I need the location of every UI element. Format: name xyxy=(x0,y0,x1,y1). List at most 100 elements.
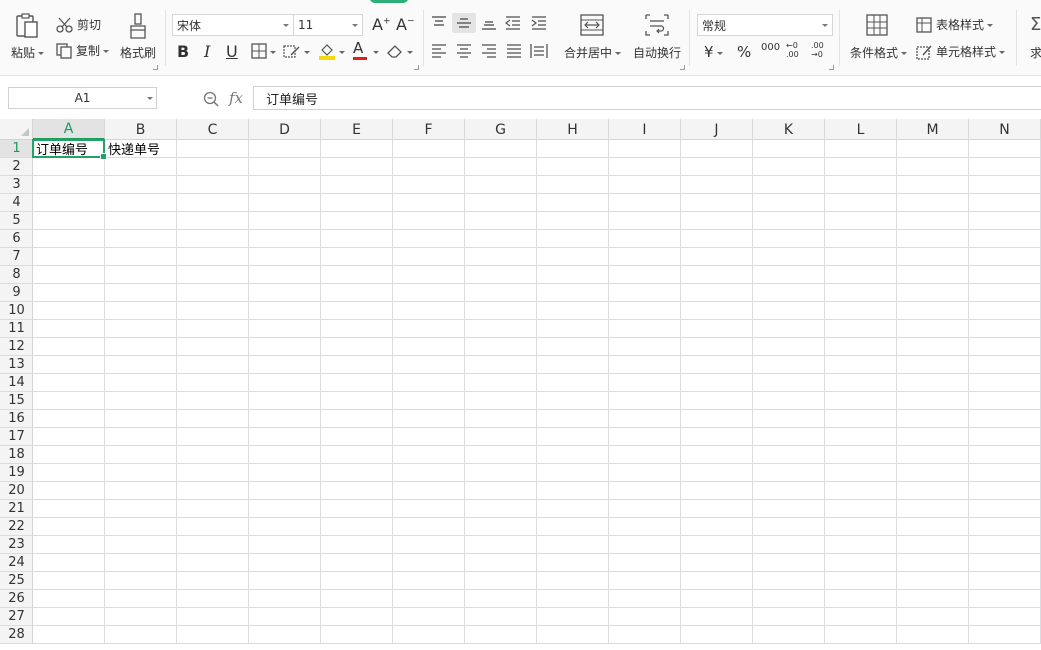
merge-center-button[interactable]: 合并居中 xyxy=(564,44,622,61)
row-header-18[interactable]: 18 xyxy=(0,446,33,464)
erase-format-button[interactable] xyxy=(283,43,310,59)
wrap-text-icon[interactable] xyxy=(645,14,669,36)
column-header-b[interactable]: B xyxy=(105,119,177,140)
sum-icon[interactable]: Σ xyxy=(1030,14,1041,35)
align-center-button[interactable] xyxy=(455,43,473,59)
row-header-4[interactable]: 4 xyxy=(0,194,33,212)
column-header-a[interactable]: A xyxy=(33,119,105,140)
column-header-i[interactable]: I xyxy=(609,119,681,140)
row-header-10[interactable]: 10 xyxy=(0,302,33,320)
font-size-select[interactable]: 11 xyxy=(293,14,363,36)
align-bottom-button[interactable] xyxy=(480,15,498,31)
font-name-select[interactable]: 宋体 xyxy=(172,14,294,36)
row-header-17[interactable]: 17 xyxy=(0,428,33,446)
cell-a1[interactable]: 订单编号 xyxy=(33,140,88,158)
align-left-button[interactable] xyxy=(430,43,448,59)
row-header-14[interactable]: 14 xyxy=(0,374,33,392)
merge-center-icon[interactable] xyxy=(580,14,604,36)
row-header-6[interactable]: 6 xyxy=(0,230,33,248)
grid-line xyxy=(33,157,1041,158)
row-header-3[interactable]: 3 xyxy=(0,176,33,194)
conditional-format-icon[interactable] xyxy=(866,14,888,36)
paste-icon[interactable] xyxy=(14,12,40,40)
table-style-button[interactable]: 表格样式 xyxy=(916,16,994,33)
column-header-m[interactable]: M xyxy=(897,119,969,140)
copy-button[interactable]: 复制 xyxy=(56,42,110,59)
column-header-n[interactable]: N xyxy=(969,119,1041,140)
fx-icon[interactable]: fx xyxy=(229,89,243,107)
border-button[interactable] xyxy=(251,43,276,59)
align-middle-button[interactable] xyxy=(452,13,476,33)
increase-decimal-button[interactable]: ←0 .00 xyxy=(786,41,806,59)
wrap-text-button[interactable]: 自动换行 xyxy=(633,44,681,61)
clear-button[interactable] xyxy=(386,43,413,59)
cell-area[interactable]: 订单编号 快递单号 xyxy=(32,139,1041,644)
column-header-j[interactable]: J xyxy=(681,119,753,140)
row-header-15[interactable]: 15 xyxy=(0,392,33,410)
column-header-k[interactable]: K xyxy=(753,119,825,140)
format-painter-button[interactable]: 格式刷 xyxy=(120,44,156,61)
column-header-h[interactable]: H xyxy=(537,119,609,140)
column-header-l[interactable]: L xyxy=(825,119,897,140)
column-header-c[interactable]: C xyxy=(177,119,249,140)
decrease-font-button[interactable]: A− xyxy=(396,15,415,34)
row-header-22[interactable]: 22 xyxy=(0,518,33,536)
cell-b1[interactable]: 快递单号 xyxy=(105,140,160,158)
row-header-8[interactable]: 8 xyxy=(0,266,33,284)
decrease-indent-button[interactable] xyxy=(504,15,522,31)
justify-button[interactable] xyxy=(505,43,523,59)
row-header-1[interactable]: 1 xyxy=(0,140,33,158)
align-top-button[interactable] xyxy=(430,15,448,31)
select-all-button[interactable] xyxy=(0,119,33,140)
row-header-7[interactable]: 7 xyxy=(0,248,33,266)
chevron-down-icon[interactable] xyxy=(373,51,379,54)
underline-button[interactable]: U xyxy=(226,42,238,61)
row-header-12[interactable]: 12 xyxy=(0,338,33,356)
paste-button[interactable]: 粘贴 xyxy=(11,44,45,61)
name-box[interactable]: A1 xyxy=(8,87,157,109)
align-right-button[interactable] xyxy=(480,43,498,59)
row-header-25[interactable]: 25 xyxy=(0,572,33,590)
row-header-5[interactable]: 5 xyxy=(0,212,33,230)
number-format-select[interactable]: 常规 xyxy=(697,14,833,36)
distribute-button[interactable] xyxy=(530,43,548,59)
clipboard-launcher-icon[interactable] xyxy=(153,65,158,70)
decrease-decimal-button[interactable]: .00 →0 xyxy=(811,41,831,59)
row-header-23[interactable]: 23 xyxy=(0,536,33,554)
column-header-d[interactable]: D xyxy=(249,119,321,140)
row-header-9[interactable]: 9 xyxy=(0,284,33,302)
row-header-26[interactable]: 26 xyxy=(0,590,33,608)
row-header-2[interactable]: 2 xyxy=(0,158,33,176)
percent-button[interactable]: % xyxy=(737,43,751,61)
row-header-27[interactable]: 27 xyxy=(0,608,33,626)
formula-input[interactable]: 订单编号 xyxy=(253,86,1041,110)
font-launcher-icon[interactable] xyxy=(414,65,419,70)
conditional-format-button[interactable]: 条件格式 xyxy=(850,44,908,61)
column-header-e[interactable]: E xyxy=(321,119,393,140)
row-header-28[interactable]: 28 xyxy=(0,626,33,644)
sum-button[interactable]: 求 xyxy=(1030,44,1041,61)
row-header-19[interactable]: 19 xyxy=(0,464,33,482)
increase-font-button[interactable]: A+ xyxy=(372,15,391,34)
row-header-11[interactable]: 11 xyxy=(0,320,33,338)
format-painter-icon[interactable] xyxy=(128,12,148,40)
cell-style-button[interactable]: 单元格样式 xyxy=(916,43,1006,60)
font-color-button[interactable]: A xyxy=(353,41,367,60)
bold-button[interactable]: B xyxy=(177,42,189,61)
zoom-icon[interactable] xyxy=(203,91,219,107)
column-header-f[interactable]: F xyxy=(393,119,465,140)
row-header-16[interactable]: 16 xyxy=(0,410,33,428)
row-header-21[interactable]: 21 xyxy=(0,500,33,518)
row-header-24[interactable]: 24 xyxy=(0,554,33,572)
currency-button[interactable]: ¥ xyxy=(704,43,723,61)
italic-button[interactable]: I xyxy=(204,42,210,61)
row-header-20[interactable]: 20 xyxy=(0,482,33,500)
increase-indent-button[interactable] xyxy=(530,15,548,31)
fill-color-button[interactable] xyxy=(318,42,345,60)
alignment-launcher-icon[interactable] xyxy=(680,65,685,70)
number-launcher-icon[interactable] xyxy=(829,65,834,70)
thousands-button[interactable]: 000 xyxy=(761,42,780,53)
column-header-g[interactable]: G xyxy=(465,119,537,140)
cut-button[interactable]: 剪切 xyxy=(56,16,101,33)
row-header-13[interactable]: 13 xyxy=(0,356,33,374)
